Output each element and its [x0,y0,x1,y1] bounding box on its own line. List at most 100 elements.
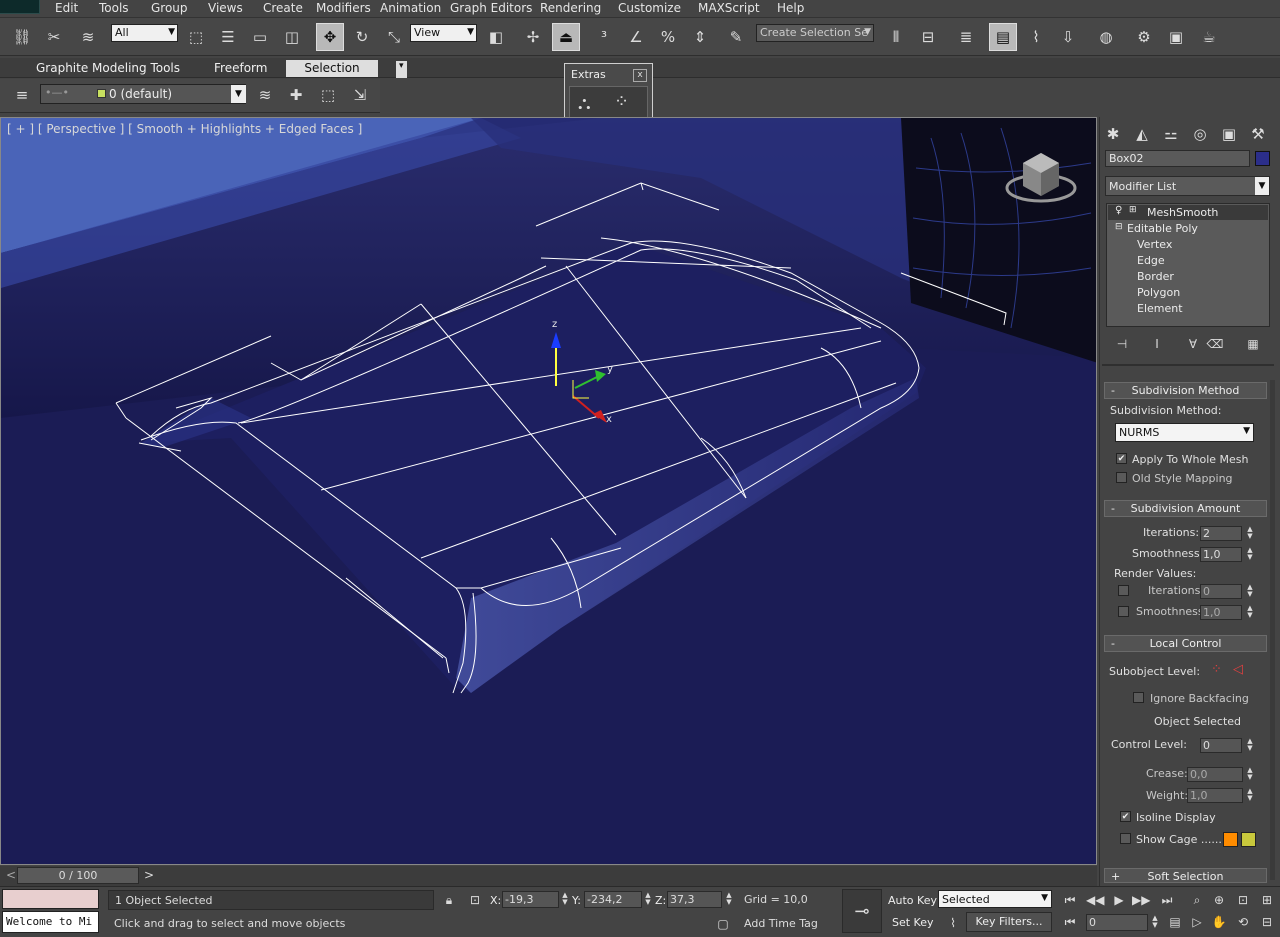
stack-item-edge[interactable]: Edge [1137,254,1165,267]
render-iterations-spinner-arrows[interactable]: ▲ ▼ [1245,584,1255,599]
lock-icon[interactable]: 🔒︎ [440,891,458,909]
stack-item-polygon[interactable]: Polygon [1137,286,1180,299]
hierarchy-panel-icon[interactable]: ⚍ [1160,123,1182,145]
bind-spacewarp-icon[interactable]: ≋ [74,23,102,51]
rollout-local-control[interactable]: - Local Control [1104,635,1267,652]
iterations-spinner-arrows[interactable]: ▲ ▼ [1245,526,1255,541]
rollout-subdivision-amount[interactable]: - Subdivision Amount [1104,500,1267,517]
layers-icon[interactable]: ≡ [8,81,36,109]
spacing-tool-icon[interactable]: ⁘ [614,91,629,112]
align-icon[interactable]: ⊟ [914,23,942,51]
y-coordinate-field[interactable]: -234,2 [584,891,642,908]
menu-views[interactable]: Views [208,1,243,15]
render-iterations-spinner[interactable]: 0 [1200,584,1242,599]
array-icon[interactable]: ⛬ [578,93,591,114]
maximize-viewport-icon[interactable]: ⊟ [1258,913,1276,931]
zoom-icon[interactable]: ⌕ [1188,891,1206,909]
remove-modifier-icon[interactable]: ⌫ [1206,335,1224,353]
render-iterations-checkbox[interactable] [1118,585,1129,596]
menu-create[interactable]: Create [263,1,303,15]
frame-spinner-arrows[interactable]: ▲ ▼ [1150,915,1160,930]
cage-color-1-swatch[interactable] [1223,832,1238,847]
add-to-layer-icon[interactable]: ⬚ [314,81,342,109]
time-tag-icon[interactable]: ▢ [714,915,732,933]
pan-view-icon[interactable]: ✋ [1210,913,1228,931]
expand-icon[interactable]: ⊞ [1129,205,1137,215]
edit-named-selection-icon[interactable]: ✎ [722,23,750,51]
stack-item-vertex[interactable]: Vertex [1137,238,1172,251]
close-icon[interactable]: x [633,69,647,82]
iterations-spinner[interactable]: 2 [1200,526,1242,541]
menu-customize[interactable]: Customize [618,1,681,15]
snaps-toggle-icon[interactable]: ³ [590,23,618,51]
tab-selection[interactable]: Selection [286,60,378,77]
app-logo[interactable] [0,0,40,14]
stack-item-element[interactable]: Element [1137,302,1183,315]
ribbon-menu-icon[interactable]: ▾ [396,61,407,78]
configure-modifier-sets-icon[interactable]: ▦ [1244,335,1262,353]
weight-spinner-arrows[interactable]: ▲ ▼ [1245,788,1255,803]
select-rotate-icon[interactable]: ↻ [348,23,376,51]
show-end-result-icon[interactable]: Ⅰ [1148,335,1166,353]
subdivision-method-dropdown[interactable]: NURMS ▼ [1115,423,1254,442]
angle-snap-icon[interactable]: ∠ [622,23,650,51]
new-layer-icon[interactable]: ✚ [282,81,310,109]
absolute-mode-icon[interactable]: ⊡ [466,891,484,909]
render-setup-icon[interactable]: ⚙ [1130,23,1158,51]
unlink-icon[interactable]: ✂ [40,23,68,51]
motion-panel-icon[interactable]: ◎ [1189,123,1211,145]
object-color-swatch[interactable] [1255,151,1270,166]
time-slider[interactable]: < 0 / 100 > [0,866,1097,886]
smoothness-spinner[interactable]: 1,0 [1200,547,1242,562]
set-key-button[interactable]: Set Key [892,916,934,929]
select-link-icon[interactable]: ⛓ [8,23,36,51]
object-name-field[interactable]: Box02 [1105,150,1250,167]
rollout-soft-selection[interactable]: + Soft Selection [1104,868,1267,883]
next-frame-icon[interactable]: ▶▶ [1132,891,1150,909]
zoom-extents-icon[interactable]: ⊡ [1234,891,1252,909]
tab-graphite-modeling-tools[interactable]: Graphite Modeling Tools [28,60,188,77]
menu-graph-editors[interactable]: Graph Editors [450,1,532,15]
rollout-subdivision-method[interactable]: - Subdivision Method [1104,382,1267,399]
control-level-spinner-arrows[interactable]: ▲ ▼ [1245,738,1255,753]
select-object-icon[interactable]: ⬚ [182,23,210,51]
key-mode-dropdown[interactable]: Selected ▼ [938,890,1052,908]
menu-edit[interactable]: Edit [55,1,78,15]
viewport-label[interactable]: [ + ] [ Perspective ] [ Smooth + Highlig… [7,122,362,136]
render-smoothness-spinner[interactable]: 1,0 [1200,605,1242,620]
x-coordinate-field[interactable]: -19,3 [502,891,559,908]
z-spinner-arrows[interactable]: ▲ ▼ [724,892,734,907]
time-slider-thumb[interactable]: 0 / 100 [17,867,139,884]
isoline-display-checkbox[interactable]: ✔ [1120,811,1131,822]
tab-freeform[interactable]: Freeform [206,60,275,77]
menu-group[interactable]: Group [151,1,188,15]
layer-dropdown[interactable]: •—• 0 (default) ▼ [40,84,246,104]
percent-snap-icon[interactable]: % [654,23,682,51]
crease-spinner[interactable]: 0,0 [1187,767,1243,782]
selection-filter-dropdown[interactable]: All ▼ [111,24,178,42]
time-next-button[interactable]: > [144,868,154,882]
vertex-level-icon[interactable]: ⁘ [1211,662,1222,677]
menu-rendering[interactable]: Rendering [540,1,601,15]
current-frame-field[interactable]: 0 [1086,914,1148,931]
select-move-icon[interactable]: ✥ [316,23,344,51]
curve-editor-icon[interactable]: ⌇ [1022,23,1050,51]
layer-manager-icon[interactable]: ≣ [952,23,980,51]
control-level-spinner[interactable]: 0 [1200,738,1242,753]
menu-tools[interactable]: Tools [99,1,129,15]
maxscript-listener-field[interactable]: Welcome to Mi [2,911,99,933]
pin-stack-icon[interactable]: ⊣ [1113,335,1131,353]
spinner-snap-icon[interactable]: ⇕ [686,23,714,51]
render-production-icon[interactable]: ☕ [1195,23,1223,51]
create-panel-icon[interactable]: ✱ [1102,123,1124,145]
cage-color-2-swatch[interactable] [1241,832,1256,847]
select-by-name-icon[interactable]: ☰ [214,23,242,51]
y-spinner-arrows[interactable]: ▲ ▼ [643,892,653,907]
x-spinner-arrows[interactable]: ▲ ▼ [560,892,570,907]
schematic-view-icon[interactable]: ⇩ [1054,23,1082,51]
time-prev-button[interactable]: < [6,868,16,882]
manipulate-icon[interactable]: ✢ [519,23,547,51]
key-icon[interactable]: ⊸ [842,889,882,933]
maxscript-listener-top[interactable] [2,889,99,909]
key-filters-button[interactable]: Key Filters... [966,912,1052,932]
